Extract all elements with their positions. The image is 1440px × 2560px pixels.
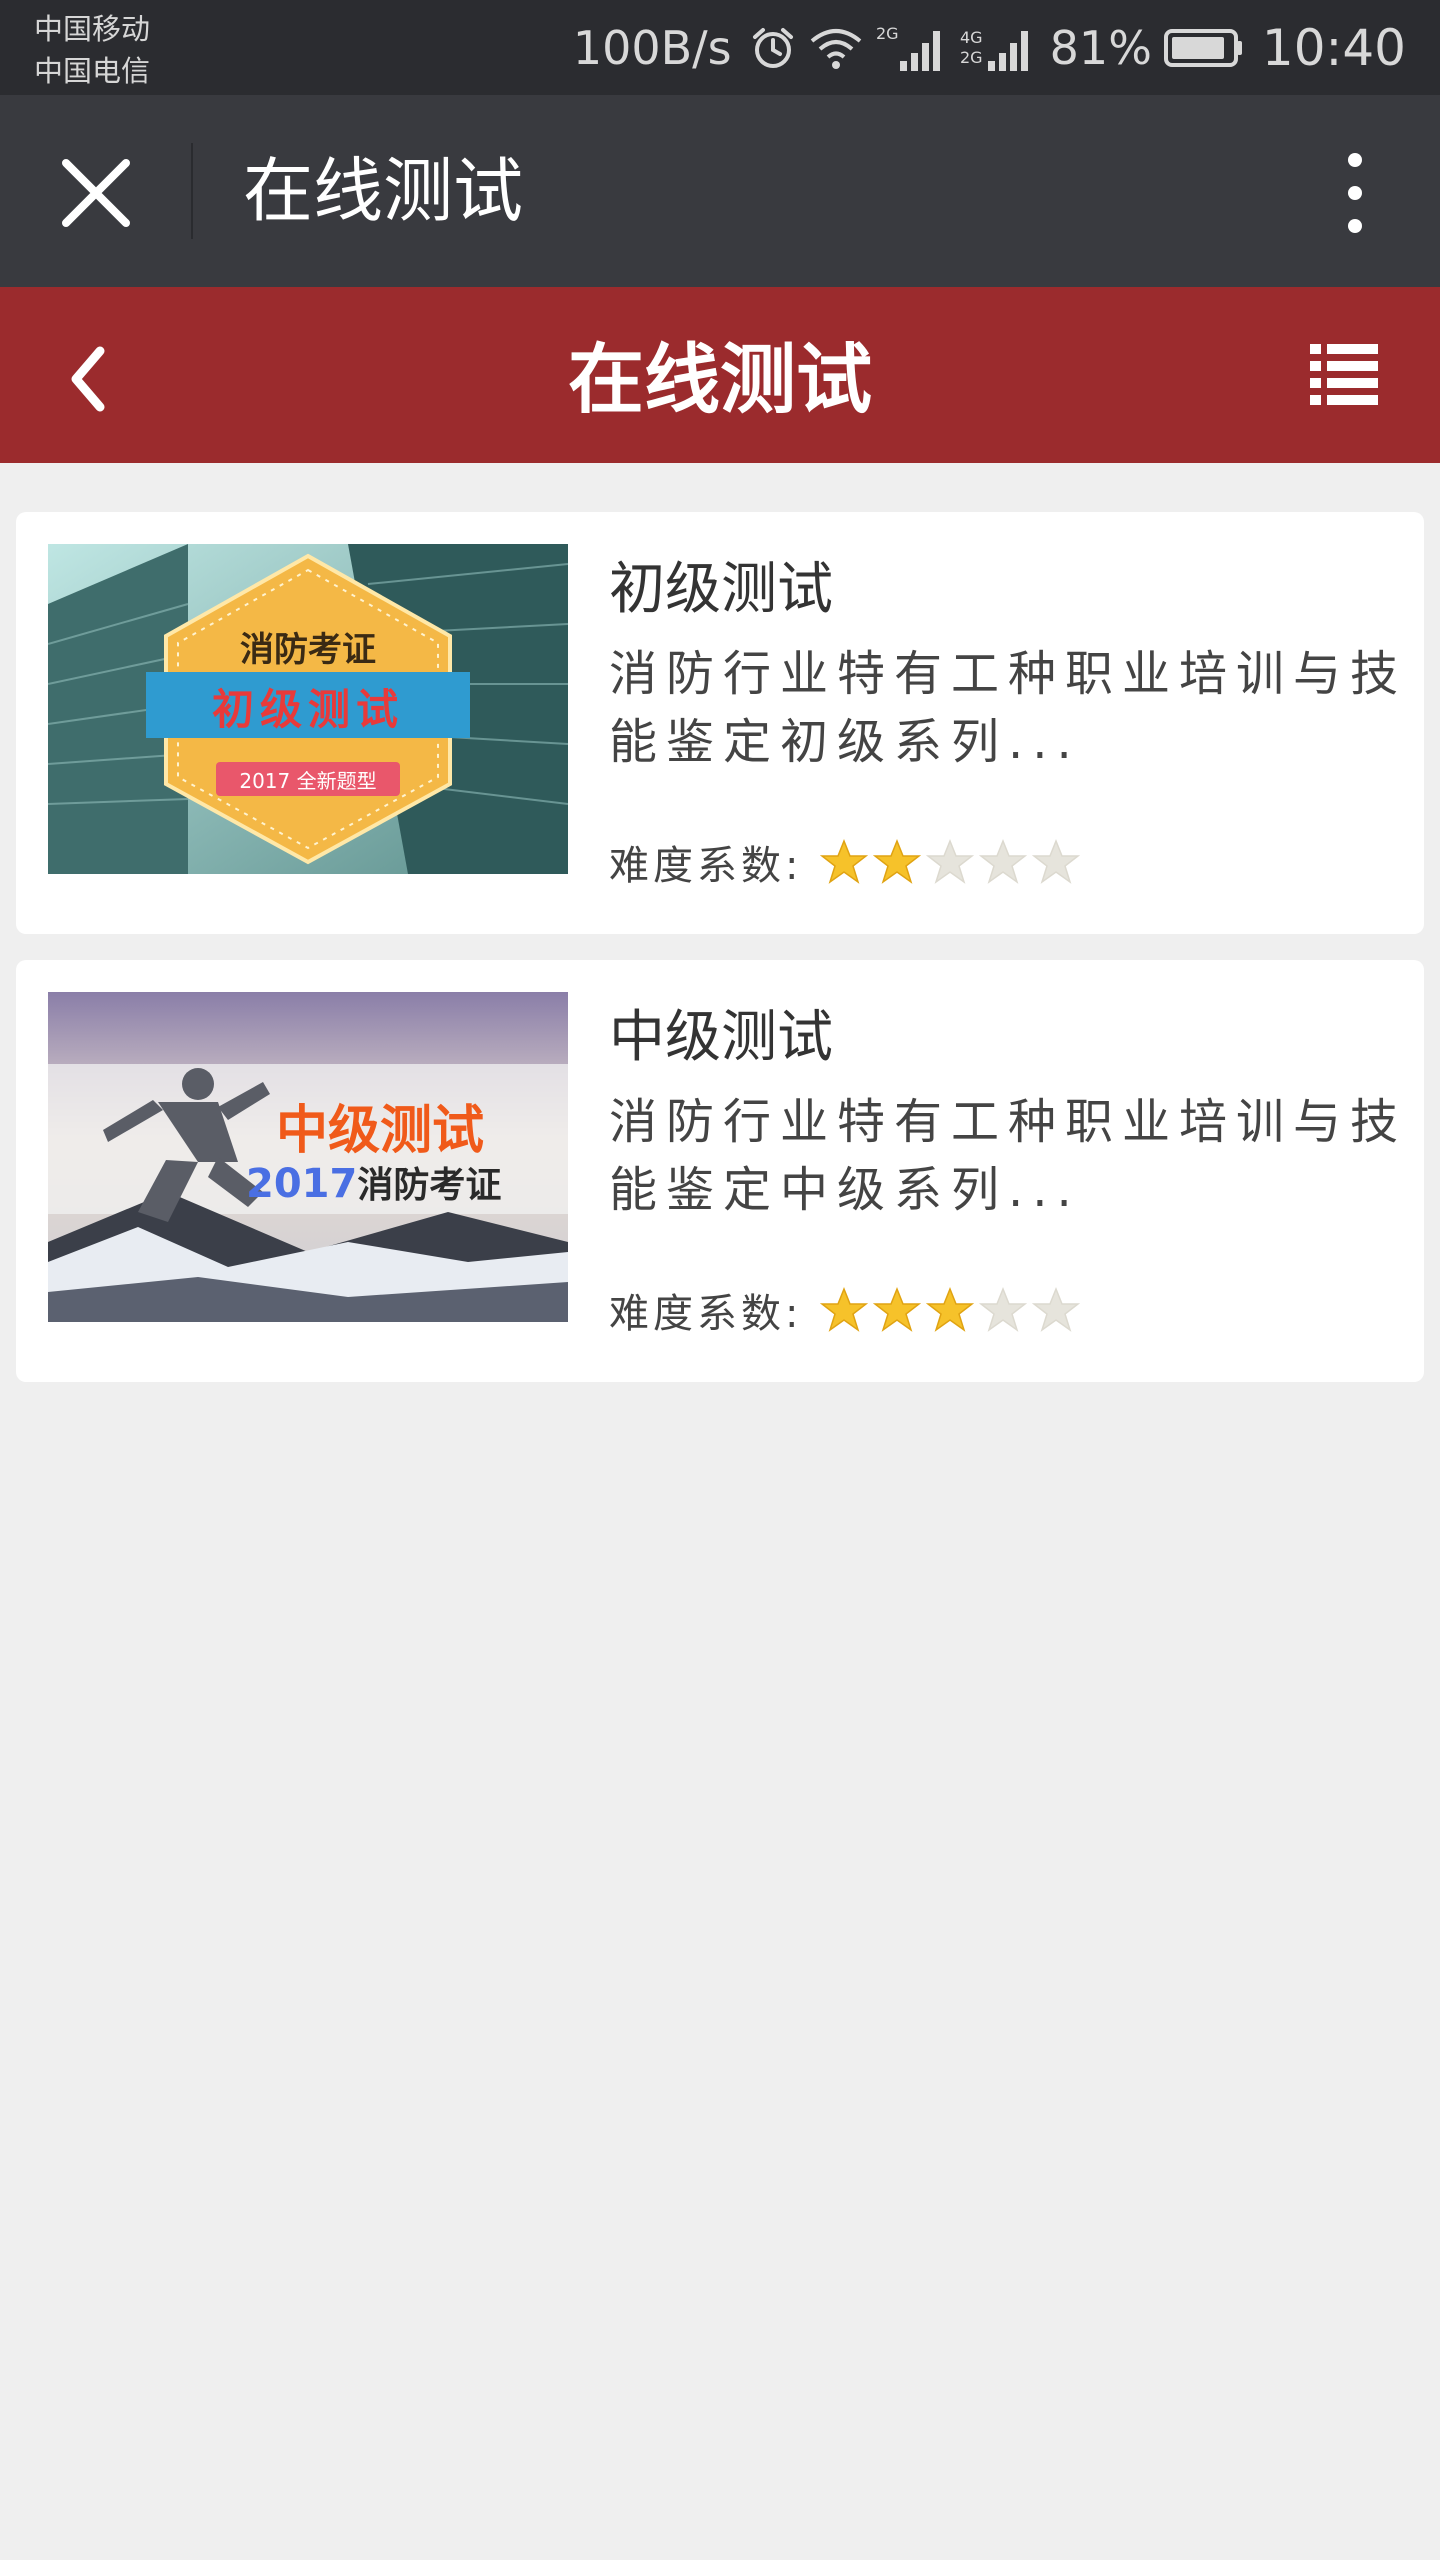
thumb-year: 2017 bbox=[246, 1161, 358, 1207]
test-thumbnail-intermediate: 中级测试 2017消防考证 bbox=[48, 992, 568, 1322]
difficulty-rating: 难度系数: bbox=[609, 832, 1085, 892]
wifi-icon bbox=[810, 28, 861, 69]
svg-text:2G: 2G bbox=[960, 48, 983, 67]
test-description: 消防行业特有工种职业培训与技能鉴定初级系列... bbox=[609, 646, 1408, 770]
thumb-line-1: 中级测试 bbox=[276, 1101, 485, 1161]
difficulty-label: 难度系数: bbox=[609, 1291, 803, 1337]
test-card-intermediate[interactable]: 中级测试 2017消防考证 中级测试 消防行业特有工种职业培训与技能鉴定中级系列… bbox=[16, 960, 1424, 1382]
clock: 10:40 bbox=[1261, 18, 1406, 77]
app-bar-title: 在线测试 bbox=[243, 150, 523, 232]
thumb-subtitle: 消防考证 bbox=[357, 1165, 502, 1206]
test-title[interactable]: 中级测试 bbox=[609, 990, 833, 1086]
list-icon bbox=[1310, 344, 1378, 405]
star-filled-icon bbox=[926, 1286, 975, 1332]
battery-icon bbox=[1163, 28, 1242, 67]
close-button[interactable] bbox=[56, 153, 136, 233]
star-empty-icon bbox=[979, 1286, 1028, 1332]
menu-list-button[interactable] bbox=[1310, 342, 1378, 408]
star-filled-icon bbox=[873, 1286, 922, 1332]
test-thumbnail-beginner: 消防考证 初级测试 2017 全新题型 bbox=[48, 544, 568, 874]
app-bar-divider bbox=[191, 143, 193, 239]
more-options-button[interactable] bbox=[1340, 150, 1370, 236]
star-filled-icon bbox=[873, 838, 922, 884]
star-empty-icon bbox=[979, 838, 1028, 884]
page-header: 在线测试 bbox=[0, 287, 1440, 463]
star-rating bbox=[820, 838, 1085, 886]
carrier-2: 中国电信 bbox=[34, 54, 151, 88]
star-empty-icon bbox=[1032, 1286, 1081, 1332]
signal-2g-icon: 2G bbox=[876, 24, 940, 71]
thumb-line-1: 消防考证 bbox=[240, 630, 376, 670]
close-icon bbox=[62, 159, 130, 227]
svg-text:2G: 2G bbox=[876, 24, 899, 43]
difficulty-label: 难度系数: bbox=[609, 843, 803, 889]
thumb-line-3: 2017 全新题型 bbox=[239, 769, 377, 793]
star-rating bbox=[820, 1286, 1085, 1334]
status-indicators: 100B/s 2G 4G 2G 81% 10:40 bbox=[573, 0, 1406, 95]
signal-4g-icon: 4G 2G bbox=[960, 28, 1028, 71]
thumb-line-2: 2017消防考证 bbox=[246, 1156, 501, 1208]
star-filled-icon bbox=[820, 1286, 869, 1332]
alarm-icon bbox=[752, 27, 793, 68]
star-empty-icon bbox=[926, 838, 975, 884]
status-bar: 中国移动 中国电信 100B/s 2G 4G 2G 81% 10:40 bbox=[0, 0, 1440, 95]
more-vert-icon bbox=[1348, 153, 1362, 233]
star-filled-icon bbox=[820, 838, 869, 884]
difficulty-rating: 难度系数: bbox=[609, 1280, 1085, 1340]
test-description: 消防行业特有工种职业培训与技能鉴定中级系列... bbox=[609, 1094, 1408, 1218]
page-title: 在线测试 bbox=[568, 335, 872, 424]
test-title[interactable]: 初级测试 bbox=[609, 542, 833, 638]
app-bar: 在线测试 bbox=[0, 95, 1440, 287]
star-empty-icon bbox=[1032, 838, 1081, 884]
test-card-beginner[interactable]: 消防考证 初级测试 2017 全新题型 初级测试 消防行业特有工种职业培训与技能… bbox=[16, 512, 1424, 934]
battery-percentage: 81% bbox=[1049, 20, 1152, 75]
svg-text:4G: 4G bbox=[960, 28, 983, 47]
thumb-line-2: 初级测试 bbox=[211, 685, 404, 734]
carrier-1: 中国移动 bbox=[34, 12, 151, 46]
carrier-info: 中国移动 中国电信 bbox=[34, 8, 150, 92]
network-speed: 100B/s bbox=[572, 20, 732, 75]
